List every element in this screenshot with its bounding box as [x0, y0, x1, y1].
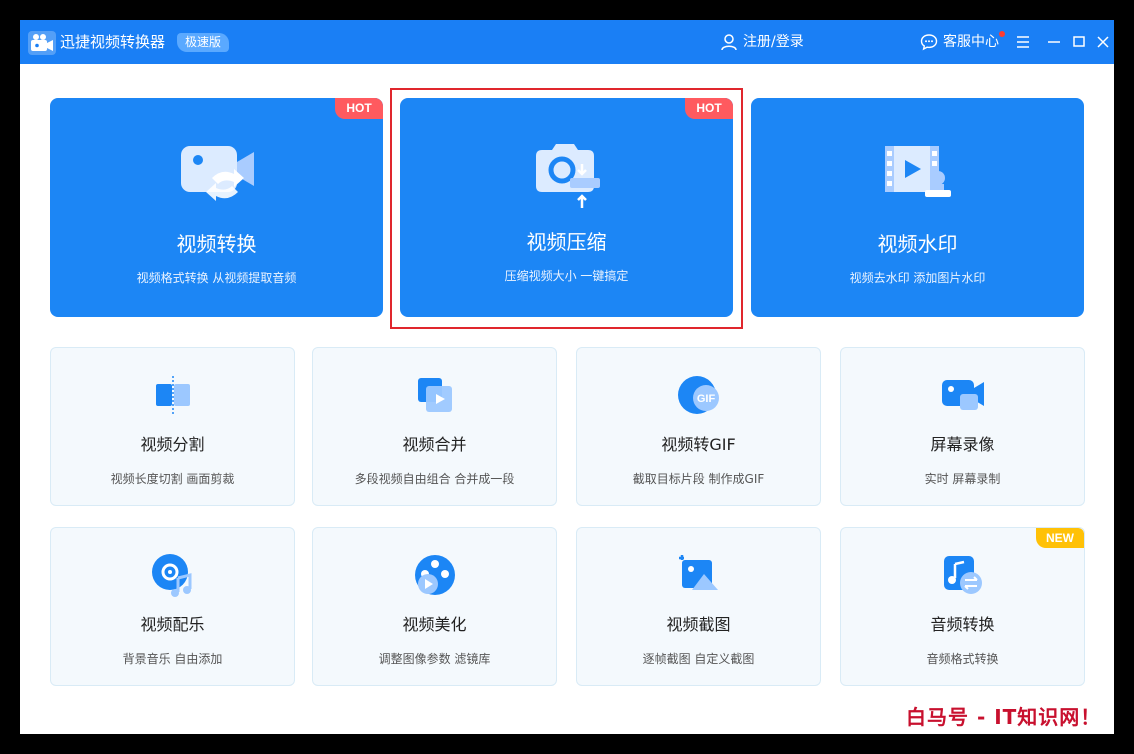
- card-description: 实时 屏幕录制: [924, 472, 1001, 486]
- maximize-icon[interactable]: [1069, 32, 1089, 52]
- hot-badge: HOT: [685, 98, 733, 119]
- card-description: 背景音乐 自由添加: [122, 652, 223, 666]
- video-music-card[interactable]: 视频配乐 背景音乐 自由添加: [50, 527, 295, 686]
- card-description: 调整图像参数 滤镜库: [378, 652, 491, 666]
- chat-icon: [920, 34, 938, 51]
- card-description: 视频长度切割 画面剪裁: [110, 472, 235, 486]
- login-button[interactable]: 注册/登录: [720, 32, 804, 52]
- video-beautify-card[interactable]: 视频美化 调整图像参数 滤镜库: [312, 527, 557, 686]
- merge-icon: [418, 378, 452, 412]
- audio-convert-card[interactable]: NEW 音频转换 音频格式转换: [840, 527, 1085, 686]
- new-badge: NEW: [1036, 528, 1084, 548]
- screen-record-card[interactable]: 屏幕录像 实时 屏幕录制: [840, 347, 1085, 506]
- app-window: 迅捷视频转换器 极速版 注册/登录 客服中心 HOT 视频转换 视频格式转换 从…: [20, 20, 1114, 734]
- card-description: 压缩视频大小 一键搞定: [504, 269, 629, 283]
- camera-logo-icon: [28, 31, 56, 55]
- gif-icon-label: GIF: [697, 393, 716, 405]
- title-bar: 迅捷视频转换器 极速版 注册/登录 客服中心: [20, 20, 1114, 64]
- close-icon[interactable]: [1093, 32, 1113, 52]
- card-title: 视频压缩: [526, 230, 607, 254]
- card-description: 截取目标片段 制作成GIF: [632, 472, 765, 486]
- card-title: 视频分割: [140, 435, 205, 454]
- music-disc-icon: [152, 554, 192, 597]
- film-reel-icon: [415, 555, 455, 595]
- card-description: 视频去水印 添加图片水印: [849, 271, 986, 285]
- film-stamp-icon: [885, 146, 951, 197]
- card-title: 视频转换: [176, 232, 257, 256]
- gif-icon: GIF: [678, 376, 719, 414]
- split-icon: [156, 376, 190, 414]
- screen-record-icon: [942, 380, 984, 410]
- minimize-icon[interactable]: [1044, 32, 1064, 52]
- card-description: 多段视频自由组合 合并成一段: [354, 472, 515, 486]
- card-title: 视频合并: [402, 435, 467, 454]
- video-split-card[interactable]: 视频分割 视频长度切割 画面剪裁: [50, 347, 295, 506]
- card-title: 视频美化: [402, 615, 467, 634]
- camera-compress-icon: [536, 144, 600, 208]
- card-description: 视频格式转换 从视频提取音频: [136, 271, 297, 285]
- card-title: 视频水印: [877, 232, 958, 256]
- audio-convert-icon: [944, 556, 982, 594]
- video-compress-card[interactable]: HOT 视频压缩 压缩视频大小 一键搞定: [400, 98, 733, 317]
- crop-image-icon: [679, 555, 718, 590]
- user-icon: [721, 34, 737, 51]
- video-merge-card[interactable]: 视频合并 多段视频自由组合 合并成一段: [312, 347, 557, 506]
- notification-dot: [999, 31, 1005, 37]
- video-convert-card[interactable]: HOT 视频转换 视频格式转换 从视频提取音频: [50, 98, 383, 317]
- support-button[interactable]: 客服中心: [920, 32, 999, 52]
- hot-badge: HOT: [335, 98, 383, 119]
- app-title: 迅捷视频转换器: [60, 33, 166, 51]
- card-title: 音频转换: [930, 615, 995, 634]
- site-watermark: 白马号 - IT知识网！: [906, 705, 1102, 729]
- card-title: 屏幕录像: [930, 435, 995, 454]
- video-watermark-card[interactable]: 视频水印 视频去水印 添加图片水印: [751, 98, 1084, 317]
- card-description: 逐帧截图 自定义截图: [642, 652, 755, 666]
- menu-icon[interactable]: [1013, 32, 1033, 52]
- card-title: 视频截图: [666, 615, 731, 634]
- login-label: 注册/登录: [743, 34, 804, 50]
- video-to-gif-card[interactable]: GIF 视频转GIF 截取目标片段 制作成GIF: [576, 347, 821, 506]
- video-convert-icon: [181, 146, 254, 201]
- card-description: 音频格式转换: [926, 652, 999, 666]
- edition-badge: 极速版: [177, 33, 230, 52]
- video-screenshot-card[interactable]: 视频截图 逐帧截图 自定义截图: [576, 527, 821, 686]
- support-label: 客服中心: [943, 34, 999, 50]
- card-title: 视频转GIF: [661, 435, 736, 454]
- card-title: 视频配乐: [140, 615, 205, 634]
